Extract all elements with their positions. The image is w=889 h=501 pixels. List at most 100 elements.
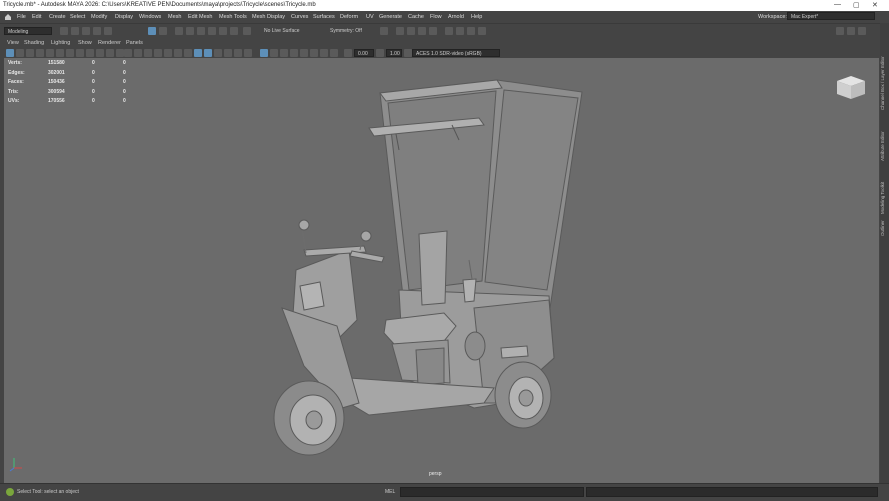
redo-icon[interactable] [104, 27, 112, 35]
menu-edit[interactable]: Edit [32, 14, 41, 20]
display-layer-icon[interactable] [300, 49, 308, 57]
smooth-shade-icon[interactable] [144, 49, 152, 57]
snap-live-icon[interactable] [230, 27, 238, 35]
mel-input[interactable] [400, 487, 584, 497]
menu-cache[interactable]: Cache [408, 14, 424, 20]
minimize-button[interactable]: — [834, 1, 841, 8]
channel-box-tab[interactable]: Channel Box / Layer Editor [880, 48, 889, 118]
xray-icon[interactable] [194, 49, 202, 57]
save-scene-icon[interactable] [82, 27, 90, 35]
safe-action-icon[interactable] [116, 49, 124, 57]
menu-modify[interactable]: Modify [91, 14, 107, 20]
camera-attributes-icon[interactable] [16, 49, 24, 57]
render-view-icon[interactable] [380, 27, 388, 35]
gamma-icon[interactable] [376, 49, 384, 57]
menu-mesh-tools[interactable]: Mesh Tools [219, 14, 247, 20]
menu-edit-mesh[interactable]: Edit Mesh [188, 14, 212, 20]
wireframe-on-shaded-icon[interactable] [154, 49, 162, 57]
workspace-dropdown[interactable]: Mac Expert* [787, 12, 875, 20]
snap-grid-icon[interactable] [175, 27, 183, 35]
textured-icon[interactable] [164, 49, 172, 57]
history-icon[interactable] [243, 27, 251, 35]
menu-surfaces[interactable]: Surfaces [313, 14, 335, 20]
snap-point-icon[interactable] [197, 27, 205, 35]
outliner-tab[interactable]: Outliner [880, 216, 889, 240]
image-plane-icon[interactable] [36, 49, 44, 57]
renderer-icon[interactable] [320, 49, 328, 57]
film-gate-icon[interactable] [76, 49, 84, 57]
hud-icon[interactable] [270, 49, 278, 57]
view-transform-icon[interactable] [404, 49, 412, 57]
toggle-attribute-editor-icon[interactable] [847, 27, 855, 35]
wireframe-icon[interactable] [134, 49, 142, 57]
menu-generate[interactable]: Generate [379, 14, 402, 20]
2d-pan-zoom-icon[interactable] [46, 49, 54, 57]
viewport-2-icon[interactable] [310, 49, 318, 57]
panel-menu-show[interactable]: Show [78, 40, 92, 46]
gamma-field[interactable]: 1.00 [386, 49, 402, 57]
shadows-icon[interactable] [184, 49, 192, 57]
menu-create[interactable]: Create [49, 14, 66, 20]
render-current-icon[interactable] [396, 27, 404, 35]
gate-mask-icon[interactable] [96, 49, 104, 57]
select-component-icon[interactable] [159, 27, 167, 35]
menu-mesh[interactable]: Mesh [168, 14, 181, 20]
panel-menu-shading[interactable]: Shading [24, 40, 44, 46]
anti-aliasing-icon[interactable] [234, 49, 242, 57]
grease-pencil-icon[interactable] [56, 49, 64, 57]
new-scene-icon[interactable] [60, 27, 68, 35]
open-scene-icon[interactable] [71, 27, 79, 35]
select-camera-icon[interactable] [6, 49, 14, 57]
menu-flow[interactable]: Flow [430, 14, 442, 20]
menu-uv[interactable]: UV [366, 14, 374, 20]
mode-dropdown[interactable]: Modeling [4, 27, 52, 35]
toggle-modeling-toolkit-icon[interactable] [836, 27, 844, 35]
colorspace-dropdown[interactable]: ACES 1.0 SDR-video (sRGB) [412, 49, 500, 57]
xray-joints-icon[interactable] [204, 49, 212, 57]
use-all-lights-icon[interactable] [174, 49, 182, 57]
menu-curves[interactable]: Curves [291, 14, 308, 20]
color-management-icon[interactable] [290, 49, 298, 57]
hypershade-icon[interactable] [429, 27, 437, 35]
field-chart-icon[interactable] [106, 49, 114, 57]
snap-surface-icon[interactable] [208, 27, 216, 35]
maximize-button[interactable]: ▢ [853, 1, 860, 9]
render-settings-icon[interactable] [418, 27, 426, 35]
toggle-channel-box-icon[interactable] [858, 27, 866, 35]
menu-help[interactable]: Help [471, 14, 482, 20]
depth-of-field-icon[interactable] [244, 49, 252, 57]
arnold-pause-icon[interactable] [467, 27, 475, 35]
panel-menu-panels[interactable]: Panels [126, 40, 143, 46]
arnold-render-icon[interactable] [445, 27, 453, 35]
safe-title-icon[interactable] [124, 49, 132, 57]
perspective-viewport[interactable]: Verts: 151580 0 0 Edges: 302001 0 0 Face… [4, 58, 879, 483]
select-object-icon[interactable] [148, 27, 156, 35]
isolate-select-icon[interactable] [260, 49, 268, 57]
tricycle-model[interactable] [4, 58, 879, 483]
camera-lock-icon[interactable] [330, 49, 338, 57]
snap-curve-icon[interactable] [186, 27, 194, 35]
arnold-ipr-icon[interactable] [456, 27, 464, 35]
resolution-gate-icon[interactable] [86, 49, 94, 57]
grid-icon[interactable] [66, 49, 74, 57]
exposure-field[interactable]: 0.00 [354, 49, 374, 57]
live-surface-label[interactable]: No Live Surface [264, 28, 300, 34]
bookmark-icon[interactable] [26, 49, 34, 57]
attribute-editor-tab[interactable]: Attribute Editor [880, 121, 889, 171]
menu-arnold[interactable]: Arnold [448, 14, 464, 20]
panel-menu-renderer[interactable]: Renderer [98, 40, 121, 46]
home-icon[interactable] [4, 13, 12, 21]
close-button[interactable]: ✕ [872, 1, 878, 9]
undo-icon[interactable] [93, 27, 101, 35]
snap-view-icon[interactable] [219, 27, 227, 35]
menu-file[interactable]: File [17, 14, 26, 20]
menu-mesh-display[interactable]: Mesh Display [252, 14, 285, 20]
menu-select[interactable]: Select [70, 14, 85, 20]
ambient-occlusion-icon[interactable] [214, 49, 222, 57]
mel-label[interactable]: MEL [385, 489, 395, 495]
arnold-stop-icon[interactable] [478, 27, 486, 35]
heads-up-icon[interactable] [280, 49, 288, 57]
panel-menu-view[interactable]: View [7, 40, 19, 46]
menu-deform[interactable]: Deform [340, 14, 358, 20]
ipr-render-icon[interactable] [407, 27, 415, 35]
